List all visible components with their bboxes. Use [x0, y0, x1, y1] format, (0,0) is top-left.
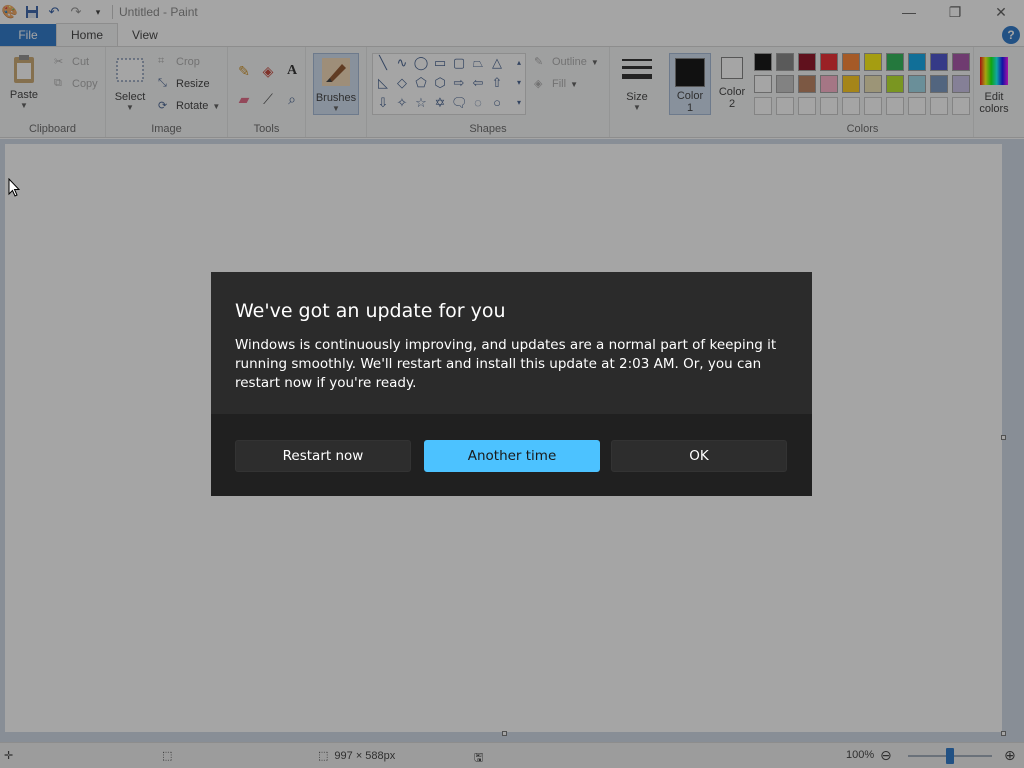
dialog-title: We've got an update for you	[235, 300, 506, 322]
dialog-message: Windows is continuously improving, and u…	[235, 337, 777, 391]
mouse-cursor-icon	[8, 178, 20, 197]
another-time-button[interactable]: Another time	[424, 440, 600, 472]
update-dialog: We've got an update for you Windows is c…	[211, 272, 812, 496]
dialog-body: We've got an update for you Windows is c…	[211, 272, 812, 414]
restart-now-button[interactable]: Restart now	[235, 440, 411, 472]
dialog-footer: Restart now Another time OK	[211, 414, 812, 496]
ok-button[interactable]: OK	[611, 440, 787, 472]
